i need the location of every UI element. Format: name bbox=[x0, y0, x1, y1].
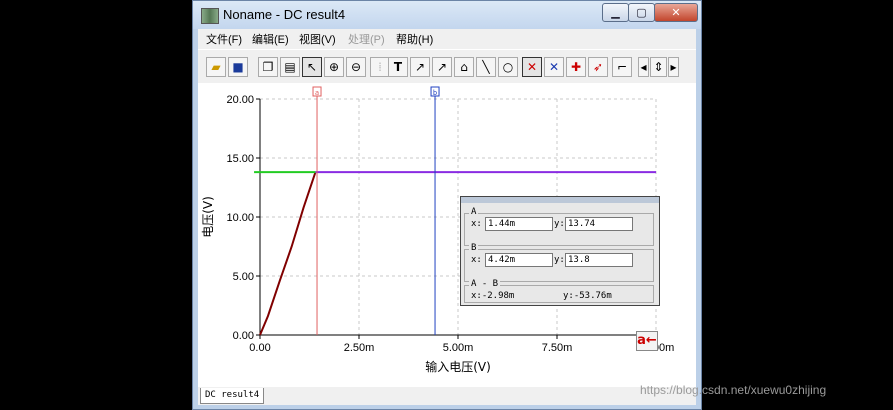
diff-y-value: y:-53.76m bbox=[563, 291, 612, 301]
zoom-out-icon[interactable]: ⊖ bbox=[346, 57, 366, 77]
b-x-label: x: bbox=[471, 255, 482, 265]
series-line-1 bbox=[259, 171, 317, 336]
watermark: https://blog.csdn.net/xuewu0zhijing bbox=[640, 383, 827, 397]
marker-tool-icon[interactable]: ➶ bbox=[588, 57, 608, 77]
y-tick-label: 0.00 bbox=[233, 330, 254, 342]
y-tick-label: 15.00 bbox=[226, 153, 254, 165]
a-y-field[interactable]: 13.74 bbox=[565, 217, 633, 231]
group-a-label: A bbox=[469, 207, 479, 217]
x-tick-label: 2.50m bbox=[344, 342, 375, 354]
menu-view[interactable]: 视图(V) bbox=[299, 31, 336, 47]
toolbar: ▰ ■ ❐ ▤ ↖ ⊕ ⊖ ⁞ T ↗ ↗ ⌂ ╲ ○ ✕ ✕ ✚ ➶ ⌐ ◂ … bbox=[198, 49, 696, 84]
cursor-a-icon[interactable]: ✕ bbox=[522, 57, 542, 77]
a-x-field[interactable]: 1.44m bbox=[485, 217, 553, 231]
title-bar[interactable]: Noname - DC result4 ▁ ▢ ✕ bbox=[193, 1, 701, 29]
label-a-icon[interactable]: ↗ bbox=[410, 57, 430, 77]
group-b-label: B bbox=[469, 243, 479, 253]
readout-panel: A x: 1.44m y: 13.74 B x: 4.42m y: 13.8 A… bbox=[460, 196, 660, 306]
x-tick-label: 0.00 bbox=[249, 342, 270, 354]
tab-bar: DC result4 bbox=[198, 387, 696, 405]
main-window: Noname - DC result4 ▁ ▢ ✕ 文件(F) 编辑(E) 视图… bbox=[192, 0, 702, 410]
open-folder-icon[interactable]: ▰ bbox=[206, 57, 226, 77]
text-icon[interactable]: T bbox=[388, 57, 408, 77]
x-axis-label: 输入电压(V) bbox=[425, 359, 491, 374]
add-marker-icon[interactable]: ✚ bbox=[566, 57, 586, 77]
copy-readout-button[interactable]: a← bbox=[636, 331, 658, 351]
y-tick-label: 10.00 bbox=[226, 212, 254, 224]
b-y-label: y: bbox=[554, 255, 565, 265]
label-b-icon[interactable]: ↗ bbox=[432, 57, 452, 77]
save-icon[interactable]: ■ bbox=[228, 57, 248, 77]
x-tick-label: 7.50m bbox=[542, 342, 573, 354]
y-tick-label: 5.00 bbox=[233, 271, 254, 283]
minimize-button[interactable]: ▁ bbox=[602, 3, 629, 22]
zoom-in-icon[interactable]: ⊕ bbox=[324, 57, 344, 77]
menu-edit[interactable]: 编辑(E) bbox=[252, 31, 289, 47]
group-diff-label: A - B bbox=[469, 279, 501, 289]
menu-bar: 文件(F) 编辑(E) 视图(V) 处理(P) 帮助(H) bbox=[198, 29, 696, 49]
line-icon[interactable]: ╲ bbox=[476, 57, 496, 77]
scroll-left-icon[interactable]: ◂ bbox=[638, 57, 649, 77]
scroll-right-icon[interactable]: ▸ bbox=[668, 57, 679, 77]
b-y-field[interactable]: 13.8 bbox=[565, 253, 633, 267]
app-icon bbox=[201, 8, 219, 24]
b-x-field[interactable]: 4.42m bbox=[485, 253, 553, 267]
plot-area[interactable]: 0.002.50m5.00m7.50m10.00m0.005.0010.0015… bbox=[198, 83, 696, 387]
ellipse-icon[interactable]: ○ bbox=[498, 57, 518, 77]
diff-x-value: x:-2.98m bbox=[471, 291, 515, 301]
scroll-updown-icon[interactable]: ⇕ bbox=[650, 57, 667, 77]
window-title: Noname - DC result4 bbox=[223, 7, 346, 22]
close-button[interactable]: ✕ bbox=[654, 3, 698, 22]
maximize-button[interactable]: ▢ bbox=[628, 3, 655, 22]
cursor-a-label: a bbox=[315, 89, 319, 97]
pointer-icon[interactable]: ↖ bbox=[302, 57, 322, 77]
menu-file[interactable]: 文件(F) bbox=[206, 31, 242, 47]
cursor-b-icon[interactable]: ✕ bbox=[544, 57, 564, 77]
cursor-b-label: b bbox=[433, 89, 437, 97]
grid-icon[interactable]: ⁞ bbox=[370, 57, 390, 77]
a-y-label: y: bbox=[554, 219, 565, 229]
paste-icon[interactable]: ▤ bbox=[280, 57, 300, 77]
tab-dc-result4[interactable]: DC result4 bbox=[200, 388, 265, 404]
copy-icon[interactable]: ❐ bbox=[258, 57, 278, 77]
y-axis-label: 电压(V) bbox=[201, 196, 215, 238]
readout-panel-header[interactable] bbox=[461, 197, 659, 203]
y-tick-label: 20.00 bbox=[226, 94, 254, 106]
curve-icon[interactable]: ⌐ bbox=[612, 57, 632, 77]
menu-help[interactable]: 帮助(H) bbox=[396, 31, 433, 47]
label-c-icon[interactable]: ⌂ bbox=[454, 57, 474, 77]
x-tick-label: 5.00m bbox=[443, 342, 474, 354]
a-x-label: x: bbox=[471, 219, 482, 229]
menu-process[interactable]: 处理(P) bbox=[348, 31, 385, 47]
